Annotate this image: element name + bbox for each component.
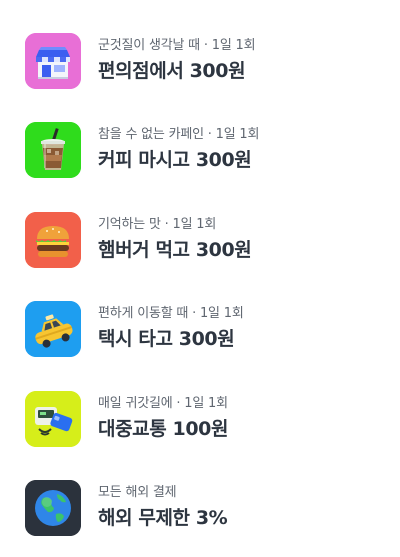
benefit-row-hamburger[interactable]: 기억하는 맛 · 1일 1회 햄버거 먹고 300원 <box>0 208 400 272</box>
benefit-row-convenience-store[interactable]: 군것질이 생각날 때 · 1일 1회 편의점에서 300원 <box>0 29 400 93</box>
benefit-title: 편의점에서 300원 <box>98 60 246 82</box>
taxi-icon <box>25 301 81 357</box>
convenience-store-icon <box>25 33 81 89</box>
globe-icon <box>25 480 81 536</box>
benefit-row-public-transit[interactable]: 매일 귀갓길에 · 1일 1회 대중교통 100원 <box>0 387 400 451</box>
benefit-title: 택시 타고 300원 <box>98 328 235 350</box>
benefit-caption: 기억하는 맛 · 1일 1회 <box>98 217 217 232</box>
iced-coffee-icon <box>25 122 81 178</box>
benefit-title: 대중교통 100원 <box>98 418 229 440</box>
benefit-title: 햄버거 먹고 300원 <box>98 239 252 261</box>
benefit-row-coffee[interactable]: 참을 수 없는 카페인 · 1일 1회 커피 마시고 300원 <box>0 118 400 182</box>
benefit-row-overseas[interactable]: 모든 해외 결제 해외 무제한 3% <box>0 476 400 540</box>
benefit-caption: 매일 귀갓길에 · 1일 1회 <box>98 396 228 411</box>
hamburger-icon <box>25 212 81 268</box>
benefit-caption: 모든 해외 결제 <box>98 485 177 500</box>
benefit-title: 커피 마시고 300원 <box>98 149 252 171</box>
benefit-row-taxi[interactable]: 편하게 이동할 때 · 1일 1회 택시 타고 300원 <box>0 297 400 361</box>
benefit-caption: 참을 수 없는 카페인 · 1일 1회 <box>98 127 260 142</box>
benefit-caption: 편하게 이동할 때 · 1일 1회 <box>98 306 244 321</box>
benefit-caption: 군것질이 생각날 때 · 1일 1회 <box>98 38 256 53</box>
benefit-title: 해외 무제한 3% <box>98 507 228 529</box>
transit-card-icon <box>25 391 81 447</box>
